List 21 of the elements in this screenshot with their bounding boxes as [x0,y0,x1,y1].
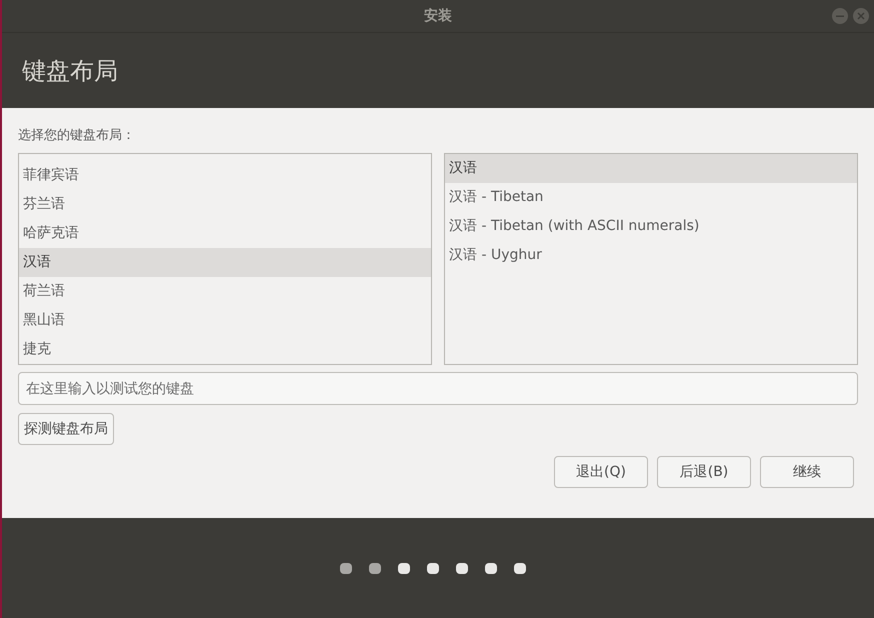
list-item[interactable]: 汉语 - Tibetan [445,183,857,212]
detect-layout-button[interactable]: 探测键盘布局 [18,413,114,445]
list-item[interactable]: 捷克 [19,335,431,364]
list-item[interactable]: 芬兰语 [19,190,431,219]
list-item[interactable]: 荷兰语 [19,277,431,306]
page-title: 键盘布局 [22,56,118,86]
prompt-label: 选择您的键盘布局： [18,127,136,145]
list-item[interactable]: 汉语 [19,248,431,277]
minimize-icon[interactable] [831,7,849,25]
list-item[interactable]: 菲律宾语 [19,161,431,190]
list-item[interactable]: 哈萨克语 [19,219,431,248]
window-title: 安装 [424,7,452,25]
list-item[interactable]: 汉语 - Uyghur [445,241,857,270]
list-item[interactable]: 汉语 [445,154,857,183]
close-icon[interactable] [852,7,870,25]
back-button[interactable]: 后退(B) [657,456,751,488]
list-item[interactable]: 汉语 - Tibetan (with ASCII numerals) [445,212,857,241]
quit-button[interactable]: 退出(Q) [554,456,648,488]
continue-button[interactable]: 继续 [760,456,854,488]
list-item[interactable]: 黑山语 [19,306,431,335]
test-input-field[interactable]: 在这里输入以测试您的键盘 [18,372,858,405]
